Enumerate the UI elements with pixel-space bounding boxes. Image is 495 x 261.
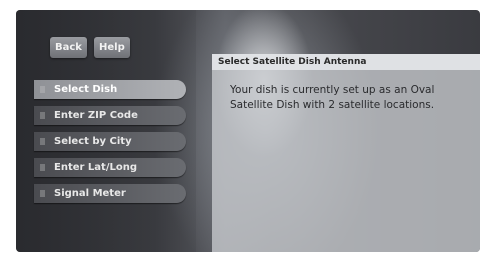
menu-item-label: Signal Meter xyxy=(54,188,126,199)
panel-title: Select Satellite Dish Antenna xyxy=(212,54,480,70)
menu-item-label: Select by City xyxy=(54,136,132,147)
back-button[interactable]: Back xyxy=(50,37,87,58)
bullet-icon xyxy=(40,86,45,93)
bullet-icon xyxy=(40,164,45,171)
help-button[interactable]: Help xyxy=(94,37,130,58)
bullet-icon xyxy=(40,190,45,197)
tv-screen: Back Help Select Dish Enter ZIP Code Sel… xyxy=(16,10,480,252)
menu-item-enter-lat-long[interactable]: Enter Lat/Long xyxy=(34,158,186,177)
menu-item-select-dish[interactable]: Select Dish xyxy=(34,80,186,99)
menu-item-enter-zip[interactable]: Enter ZIP Code xyxy=(34,106,186,125)
panel-body-text: Your dish is currently set up as an Oval… xyxy=(230,84,435,111)
menu-item-label: Select Dish xyxy=(54,84,118,95)
menu-item-label: Enter ZIP Code xyxy=(54,110,138,121)
bullet-icon xyxy=(40,138,45,145)
bullet-icon xyxy=(40,112,45,119)
menu-item-signal-meter[interactable]: Signal Meter xyxy=(34,184,186,203)
menu-item-label: Enter Lat/Long xyxy=(54,162,137,173)
menu-item-select-city[interactable]: Select by City xyxy=(34,132,186,151)
